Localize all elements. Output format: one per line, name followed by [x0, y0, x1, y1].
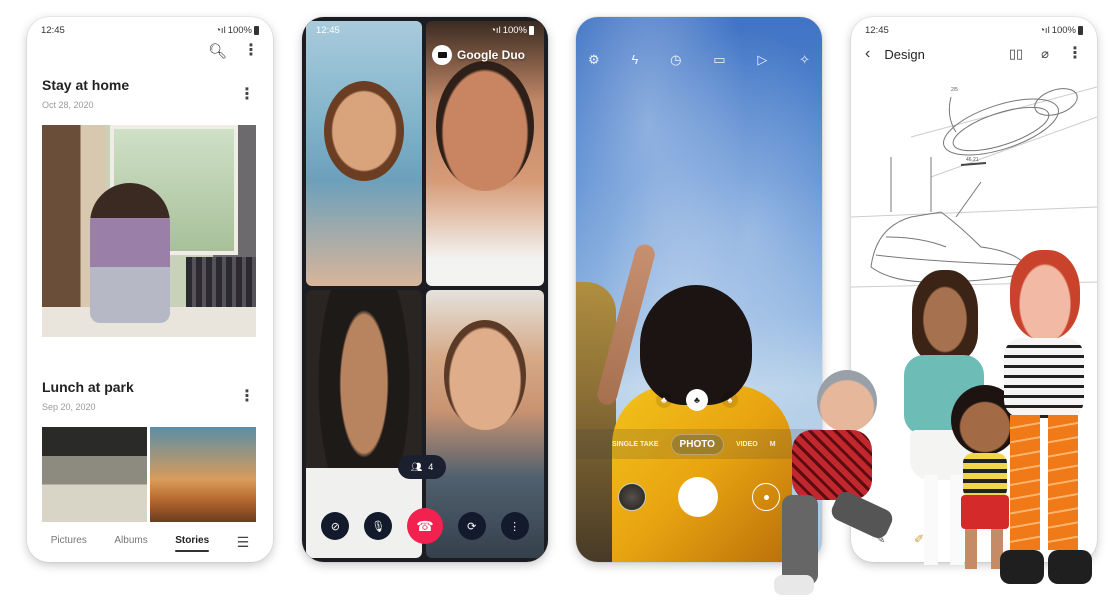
sketch-label: 46.21: [966, 157, 979, 163]
status-time: 12:45: [316, 24, 340, 36]
mute-button[interactable]: 🎙︎: [364, 512, 393, 540]
app-showcase: 12:45 ◔ıl 100% 🔍︎ ⋮ Stay at home Oct 28, …: [0, 0, 1113, 612]
mode-photo[interactable]: PHOTO: [670, 433, 724, 455]
note-header: ‹ Design ▯▯ ⌀ ⋮: [865, 45, 1083, 63]
lens-selector: ♣ ♣ ♠: [656, 389, 738, 411]
status-bar: 12:45 ◔ıl 100%: [41, 23, 259, 37]
book-icon[interactable]: ▯▯: [1009, 46, 1023, 62]
shutter-button[interactable]: [678, 477, 718, 517]
camera-off-button[interactable]: ⊘: [321, 512, 350, 540]
tab-stories[interactable]: Stories: [175, 535, 209, 552]
story-photo[interactable]: [150, 427, 256, 523]
story-more-icon[interactable]: ⋮: [239, 389, 255, 405]
wifi-signal-icon: ◔ıl: [1039, 24, 1050, 36]
people-icon: 👥︎: [410, 461, 423, 472]
search-icon[interactable]: 🔍︎: [208, 44, 227, 59]
ultrawide-lens-icon[interactable]: ♣: [656, 392, 672, 408]
status-bar: 12:45 ◔ıl 100%: [316, 23, 534, 37]
tele-lens-icon[interactable]: ♠: [722, 392, 738, 408]
sketch-label: 2/5: [951, 87, 958, 93]
ar-emoji-avatars: [760, 250, 1100, 610]
more-options-icon[interactable]: ⋮: [1067, 46, 1083, 62]
tab-albums[interactable]: Albums: [114, 535, 147, 550]
battery-icon: [1078, 25, 1083, 35]
more-options-button[interactable]: ⋮: [500, 512, 529, 540]
status-time: 12:45: [865, 24, 889, 36]
tab-pictures[interactable]: Pictures: [51, 535, 87, 550]
story-title[interactable]: Stay at home: [42, 77, 129, 93]
duo-camera-icon: [432, 45, 452, 65]
participants-badge[interactable]: 👥︎ 4: [398, 455, 446, 479]
camera-top-toolbar: ⚙ ϟ ◷ ▭ ▷ ✧: [588, 52, 810, 68]
story-cover-photo[interactable]: [42, 125, 256, 337]
wifi-signal-icon: ◔ıl: [215, 24, 226, 36]
switch-camera-button[interactable]: ⟳: [457, 512, 486, 540]
avatar-boy: [772, 370, 896, 600]
battery-level: 100%: [1051, 24, 1076, 36]
duo-phone: 12:45 ◔ıl 100% Google Duo 👥︎ 4 ⊘ 🎙︎ ☎︎ ⟳ …: [302, 17, 548, 562]
attach-icon[interactable]: ⌀: [1041, 46, 1049, 62]
aspect-ratio-icon[interactable]: ▭: [713, 52, 725, 68]
participant-video[interactable]: [306, 21, 422, 286]
note-title: Design: [884, 46, 925, 62]
mode-single-take[interactable]: SINGLE TAKE: [612, 441, 659, 448]
app-name: Google Duo: [457, 48, 525, 62]
story-title[interactable]: Lunch at park: [42, 379, 134, 395]
gallery-phone: 12:45 ◔ıl 100% 🔍︎ ⋮ Stay at home Oct 28, …: [27, 17, 273, 562]
bottom-nav: Pictures Albums Stories ☰: [27, 522, 273, 562]
battery-level: 100%: [227, 24, 252, 36]
gallery-thumbnail-button[interactable]: [618, 483, 646, 511]
motion-photo-icon[interactable]: ▷: [757, 52, 767, 68]
timer-off-icon[interactable]: ◷: [670, 52, 681, 68]
flash-off-icon[interactable]: ϟ: [631, 52, 638, 68]
story-date: Oct 28, 2020: [42, 100, 94, 110]
participants-count: 4: [428, 462, 434, 472]
wide-lens-icon[interactable]: ♣: [686, 389, 708, 411]
story-date: Sep 20, 2020: [42, 402, 96, 412]
battery-level: 100%: [502, 24, 527, 36]
back-icon[interactable]: ‹: [865, 45, 870, 63]
wifi-signal-icon: ◔ıl: [490, 24, 501, 36]
duo-logo: Google Duo: [432, 45, 525, 65]
hamburger-menu-icon[interactable]: ☰: [237, 534, 250, 551]
settings-icon[interactable]: ⚙: [588, 52, 600, 68]
effects-icon[interactable]: ✧: [799, 52, 810, 68]
battery-icon: [529, 25, 534, 35]
status-bar: 12:45 ◔ıl 100%: [865, 23, 1083, 37]
more-options-icon[interactable]: ⋮: [243, 43, 259, 59]
story-photo[interactable]: [42, 427, 147, 523]
avatar-redhead: [996, 250, 1096, 590]
mode-video[interactable]: VIDEO: [736, 441, 758, 448]
call-controls: ⊘ 🎙︎ ☎︎ ⟳ ⋮: [302, 508, 548, 544]
end-call-button[interactable]: ☎︎: [406, 508, 443, 544]
story-more-icon[interactable]: ⋮: [239, 87, 255, 103]
status-time: 12:45: [41, 24, 65, 36]
battery-icon: [254, 25, 259, 35]
